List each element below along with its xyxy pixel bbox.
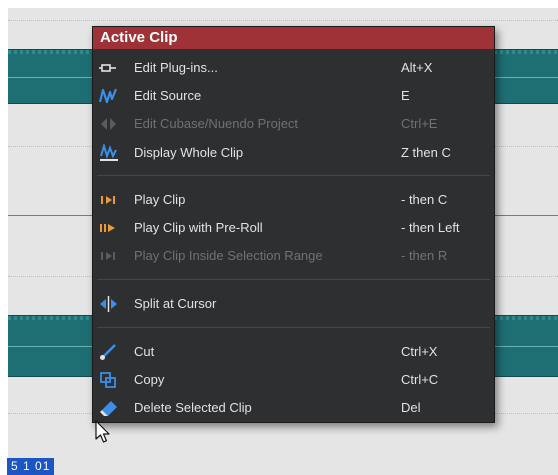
menu-item-label: Edit Plug-ins... [134, 60, 218, 75]
menu-item-play-clip-preroll[interactable]: Play Clip with Pre-Roll - then Left [93, 215, 494, 241]
menu-title: Active Clip [93, 27, 494, 49]
menu-item-copy[interactable]: Copy Ctrl+C [93, 367, 494, 393]
play-clip-icon [99, 191, 119, 209]
eraser-icon [99, 399, 119, 417]
grid-line [8, 20, 558, 21]
menu-item-label: Display Whole Clip [134, 145, 244, 160]
menu-item-shortcut: - then C [401, 192, 448, 207]
menu-item-shortcut: Ctrl+X [401, 344, 438, 359]
menu-item-edit-plugins[interactable]: Edit Plug-ins... Alt+X [93, 55, 494, 81]
menu-item-shortcut: - then R [401, 248, 448, 263]
menu-item-cut[interactable]: Cut Ctrl+X [93, 339, 494, 365]
menu-item-shortcut: Ctrl+E [401, 116, 438, 131]
menu-item-shortcut: - then Left [401, 220, 460, 235]
menu-item-label: Play Clip Inside Selection Range [134, 248, 323, 263]
menu-item-label: Cut [134, 344, 155, 359]
menu-item-label: Delete Selected Clip [134, 400, 252, 415]
menu-item-shortcut: Alt+X [401, 60, 433, 75]
menu-item-play-clip[interactable]: Play Clip - then C [93, 187, 494, 213]
play-range-icon [99, 247, 119, 265]
menu-item-shortcut: Del [401, 400, 421, 415]
mouse-pointer-icon [94, 420, 114, 444]
cut-icon [99, 343, 119, 361]
menu-item-play-clip-range[interactable]: Play Clip Inside Selection Range - then … [93, 243, 494, 269]
copy-icon [99, 371, 119, 389]
position-readout: 5 1 01 [7, 458, 55, 475]
menu-item-shortcut: Z then C [401, 145, 451, 160]
waveform-icon [98, 87, 119, 105]
menu-separator [97, 175, 490, 176]
zoom-clip-icon [99, 142, 119, 162]
menu-item-label: Play Clip with Pre-Roll [134, 220, 263, 235]
menu-separator [97, 327, 490, 328]
menu-item-label: Copy [134, 372, 165, 387]
plugin-icon [99, 59, 119, 77]
play-preroll-icon [99, 219, 119, 237]
menu-item-split-at-cursor[interactable]: Split at Cursor [93, 291, 494, 317]
menu-item-label: Split at Cursor [134, 296, 217, 311]
menu-separator [97, 279, 490, 280]
menu-item-delete-clip[interactable]: Delete Selected Clip Del [93, 395, 494, 421]
menu-item-edit-source[interactable]: Edit Source E [93, 83, 494, 109]
project-icon [99, 115, 119, 133]
menu-item-shortcut: E [401, 88, 410, 103]
menu-item-label: Edit Cubase/Nuendo Project [134, 116, 299, 131]
split-icon [99, 295, 119, 313]
active-clip-context-menu: Active Clip Edit Plug-ins... Alt+X Edit … [92, 26, 495, 423]
menu-item-edit-project[interactable]: Edit Cubase/Nuendo Project Ctrl+E [93, 111, 494, 137]
menu-item-display-whole-clip[interactable]: Display Whole Clip Z then C [93, 140, 494, 166]
menu-item-label: Play Clip [134, 192, 186, 207]
menu-item-shortcut: Ctrl+C [401, 372, 439, 387]
menu-item-label: Edit Source [134, 88, 202, 103]
